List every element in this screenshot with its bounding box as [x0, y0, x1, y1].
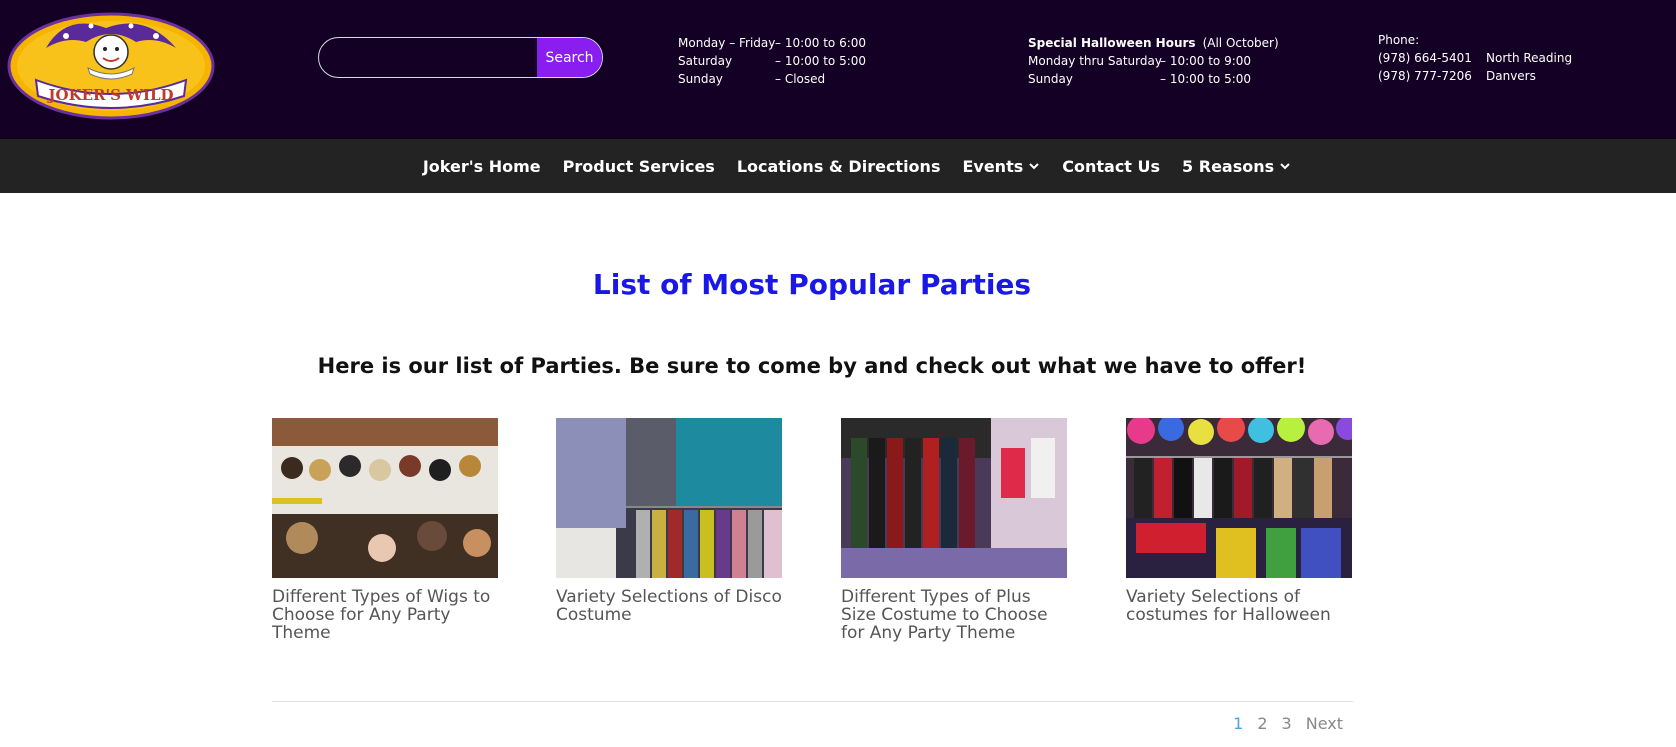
page-subtitle: Here is our list of Parties. Be sure to …	[317, 354, 1307, 378]
phone-number[interactable]: (978) 777-7206	[1378, 67, 1486, 85]
disco-costume-image[interactable]	[556, 418, 782, 578]
nav-item-product-services[interactable]: Product Services	[563, 157, 715, 176]
nav-item-label: Joker's Home	[422, 156, 541, 176]
chevron-down-icon	[1029, 163, 1039, 170]
divider	[272, 701, 1353, 702]
hours-day: Saturday	[678, 54, 733, 68]
nav-item-label: Events	[962, 156, 1024, 176]
hours-row: Saturday – 10:00 to 5:00	[678, 52, 866, 70]
halloween-hours: Special Halloween Hours (All October) Mon…	[1028, 34, 1279, 88]
party-card-wigs[interactable]: Different Types of Wigs to Choose for An…	[272, 418, 498, 642]
halloween-day: Monday thru Saturday	[1028, 54, 1162, 68]
nav-item-label: 5 Reasons	[1182, 156, 1275, 176]
nav-item-locations[interactable]: Locations & Directions	[737, 157, 941, 176]
hours-day: Monday – Friday	[678, 36, 776, 50]
hours-row: Monday – Friday – 10:00 to 6:00	[678, 34, 866, 52]
phone-location: Danvers	[1486, 69, 1536, 83]
phone-row: (978) 777-7206 Danvers	[1378, 67, 1572, 85]
hours-time: – 10:00 to 5:00	[775, 54, 867, 68]
halloween-row: Sunday – 10:00 to 5:00	[1028, 70, 1279, 88]
party-card-caption[interactable]: Variety Selections of Disco Costume	[556, 588, 782, 624]
nav-item-label: Product Services	[562, 156, 715, 176]
nav-item-events[interactable]: Events	[962, 157, 1040, 176]
logo-wordmark: JOKER'S WILD	[46, 86, 173, 104]
halloween-day: Sunday	[1028, 72, 1073, 86]
nav-item-contact[interactable]: Contact Us	[1062, 157, 1160, 176]
page-link-3[interactable]: 3	[1282, 714, 1292, 733]
plus-size-costume-image[interactable]	[841, 418, 1067, 578]
party-card-plus-size[interactable]: Different Types of Plus Size Costume to …	[841, 418, 1067, 642]
halloween-time: – 10:00 to 5:00	[1160, 72, 1252, 86]
party-card-halloween[interactable]: Variety Selections of costumes for Hallo…	[1126, 418, 1352, 624]
search-form: Search	[318, 37, 603, 78]
site-header: JOKER'S WILD Search Monday – Friday – 10:…	[0, 0, 1676, 139]
page-link-1[interactable]: 1	[1233, 714, 1243, 733]
page-title: List of Most Popular Parties	[592, 268, 1032, 301]
page: JOKER'S WILD Search Monday – Friday – 10:…	[0, 0, 1676, 747]
nav-item-label: Locations & Directions	[736, 156, 941, 176]
main-nav: Joker's Home Product Services Locations …	[0, 139, 1676, 193]
halloween-note: (All October)	[1202, 36, 1279, 50]
hours-time: – 10:00 to 6:00	[775, 36, 867, 50]
hours-day: Sunday	[678, 72, 723, 86]
party-card-caption[interactable]: Different Types of Plus Size Costume to …	[841, 588, 1067, 642]
halloween-costume-image[interactable]	[1126, 418, 1352, 578]
halloween-time: – 10:00 to 9:00	[1160, 54, 1252, 68]
wigs-store-image[interactable]	[272, 418, 498, 578]
page-link-2[interactable]: 2	[1257, 714, 1267, 733]
party-card-caption[interactable]: Different Types of Wigs to Choose for An…	[272, 588, 498, 642]
search-input[interactable]	[319, 38, 537, 77]
chevron-down-icon	[1280, 163, 1290, 170]
halloween-title-row: Special Halloween Hours (All October)	[1028, 34, 1279, 52]
store-hours: Monday – Friday – 10:00 to 6:00 Saturday –…	[678, 34, 866, 88]
search-button[interactable]: Search	[537, 38, 602, 77]
party-card-disco[interactable]: Variety Selections of Disco Costume	[556, 418, 782, 624]
nav-item-label: Contact Us	[1062, 156, 1161, 176]
next-page-link[interactable]: Next	[1306, 714, 1343, 733]
nav-item-home[interactable]: Joker's Home	[423, 157, 541, 176]
halloween-row: Monday thru Saturday – 10:00 to 9:00	[1028, 52, 1279, 70]
phone-row: (978) 664-5401 North Reading	[1378, 49, 1572, 67]
halloween-title: Special Halloween Hours	[1028, 36, 1196, 50]
phone-location: North Reading	[1486, 51, 1573, 65]
hours-row: Sunday – Closed	[678, 70, 866, 88]
nav-item-5-reasons[interactable]: 5 Reasons	[1182, 157, 1291, 176]
pagination: 1 2 3 Next	[1233, 714, 1343, 733]
phone-info: Phone: (978) 664-5401 North Reading (978)…	[1378, 31, 1572, 85]
phone-label: Phone:	[1378, 33, 1420, 47]
party-card-caption[interactable]: Variety Selections of costumes for Hallo…	[1126, 588, 1352, 624]
jokers-wild-logo[interactable]: JOKER'S WILD	[6, 8, 216, 120]
hours-time: – Closed	[775, 72, 826, 86]
phone-number[interactable]: (978) 664-5401	[1378, 49, 1486, 67]
